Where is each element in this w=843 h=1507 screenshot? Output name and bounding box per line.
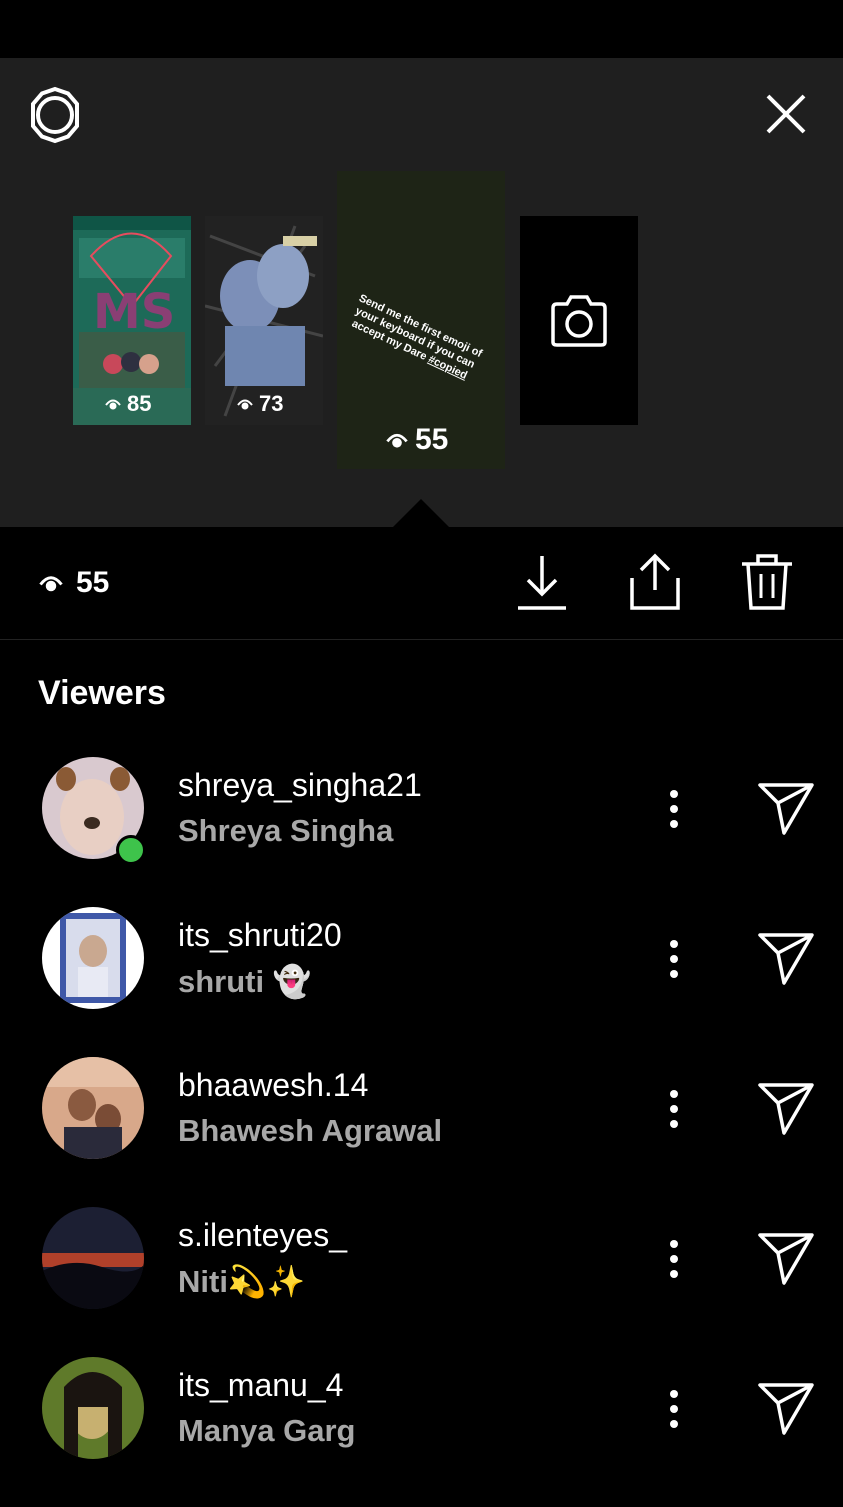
viewer-username[interactable]: bhaawesh.14	[178, 1067, 368, 1104]
more-options-button[interactable]	[656, 937, 692, 981]
trash-icon	[742, 554, 792, 610]
story-views-label: 55	[415, 423, 449, 456]
send-message-button[interactable]	[754, 931, 818, 987]
story-thumbnail-2[interactable]: 73	[205, 216, 323, 425]
story-thumbnail-1[interactable]: MS 85	[73, 216, 191, 425]
viewer-row[interactable]: its_manu_4 Manya Garg	[0, 1357, 843, 1507]
status-bar	[0, 0, 843, 58]
close-button[interactable]	[758, 86, 814, 142]
avatar[interactable]	[42, 1207, 144, 1309]
more-vertical-icon	[670, 1390, 678, 1428]
send-icon	[758, 933, 814, 985]
viewer-row[interactable]: bhaawesh.14 Bhawesh Agrawal	[0, 1057, 843, 1207]
more-vertical-icon	[670, 1240, 678, 1278]
camera-icon	[551, 294, 607, 347]
share-icon	[630, 553, 680, 610]
avatar-image	[42, 1357, 144, 1459]
story-caption: Send me the first emoji of your keyboard…	[339, 289, 491, 388]
viewer-row[interactable]: s.ilenteyes_ Niti💫✨	[0, 1207, 843, 1357]
send-message-button[interactable]	[754, 1081, 818, 1137]
add-story-camera-button[interactable]	[520, 216, 638, 425]
more-vertical-icon	[670, 790, 678, 828]
more-vertical-icon	[670, 1090, 678, 1128]
download-button[interactable]	[516, 552, 568, 612]
settings-button[interactable]	[22, 84, 88, 146]
viewer-full-name: Bhawesh Agrawal	[178, 1113, 443, 1148]
eye-icon	[105, 399, 121, 410]
story-views-label: 85	[127, 391, 152, 416]
avatar[interactable]	[42, 1057, 144, 1159]
avatar[interactable]	[42, 1357, 144, 1459]
viewer-username[interactable]: shreya_singha21	[178, 767, 422, 804]
avatar[interactable]	[42, 907, 144, 1009]
avatar-image	[42, 907, 144, 1009]
download-icon	[518, 556, 566, 610]
online-status-indicator	[116, 835, 146, 865]
eye-icon	[39, 576, 63, 592]
viewer-row[interactable]: shreya_singha21 Shreya Singha	[0, 757, 843, 907]
viewer-full-name: Niti💫✨	[178, 1264, 306, 1299]
send-message-button[interactable]	[754, 781, 818, 837]
viewer-username[interactable]: its_shruti20	[178, 917, 342, 954]
more-options-button[interactable]	[656, 1087, 692, 1131]
more-vertical-icon	[670, 940, 678, 978]
viewer-username[interactable]: s.ilenteyes_	[178, 1217, 347, 1254]
total-view-count-label: 55	[76, 566, 110, 599]
gear-icon	[31, 86, 79, 144]
eye-icon	[386, 433, 408, 448]
more-options-button[interactable]	[656, 1237, 692, 1281]
story-view-count: 85	[105, 391, 151, 417]
story-action-bar	[0, 527, 843, 640]
story-thumbnail-3-selected[interactable]: Send me the first emoji of your keyboard…	[337, 171, 505, 469]
story-caption-text: Send me the first emoji of your keyboard…	[349, 292, 484, 371]
selected-story-pointer	[393, 499, 449, 527]
viewer-full-name: Manya Garg	[178, 1413, 356, 1448]
story-view-count: 55	[385, 423, 448, 457]
avatar-image	[42, 1057, 144, 1159]
eye-icon	[237, 399, 253, 410]
send-message-button[interactable]	[754, 1381, 818, 1437]
story-view-count: 73	[237, 391, 283, 417]
delete-button[interactable]	[740, 552, 794, 612]
svg-text:MS: MS	[93, 284, 175, 340]
send-icon	[758, 1233, 814, 1285]
share-button[interactable]	[628, 552, 682, 612]
avatar-image	[42, 1207, 144, 1309]
story-views-label: 73	[259, 391, 284, 416]
viewers-heading: Viewers	[38, 674, 166, 712]
viewer-full-name: shruti 👻	[178, 964, 312, 999]
more-options-button[interactable]	[656, 787, 692, 831]
viewer-username[interactable]: its_manu_4	[178, 1367, 343, 1404]
more-options-button[interactable]	[656, 1387, 692, 1431]
send-icon	[758, 1083, 814, 1135]
send-icon	[758, 1383, 814, 1435]
close-icon	[766, 94, 806, 134]
send-message-button[interactable]	[754, 1231, 818, 1287]
total-view-count[interactable]: 55	[38, 566, 109, 600]
viewer-row[interactable]: its_shruti20 shruti 👻	[0, 907, 843, 1057]
viewer-full-name: Shreya Singha	[178, 813, 394, 848]
send-icon	[758, 783, 814, 835]
